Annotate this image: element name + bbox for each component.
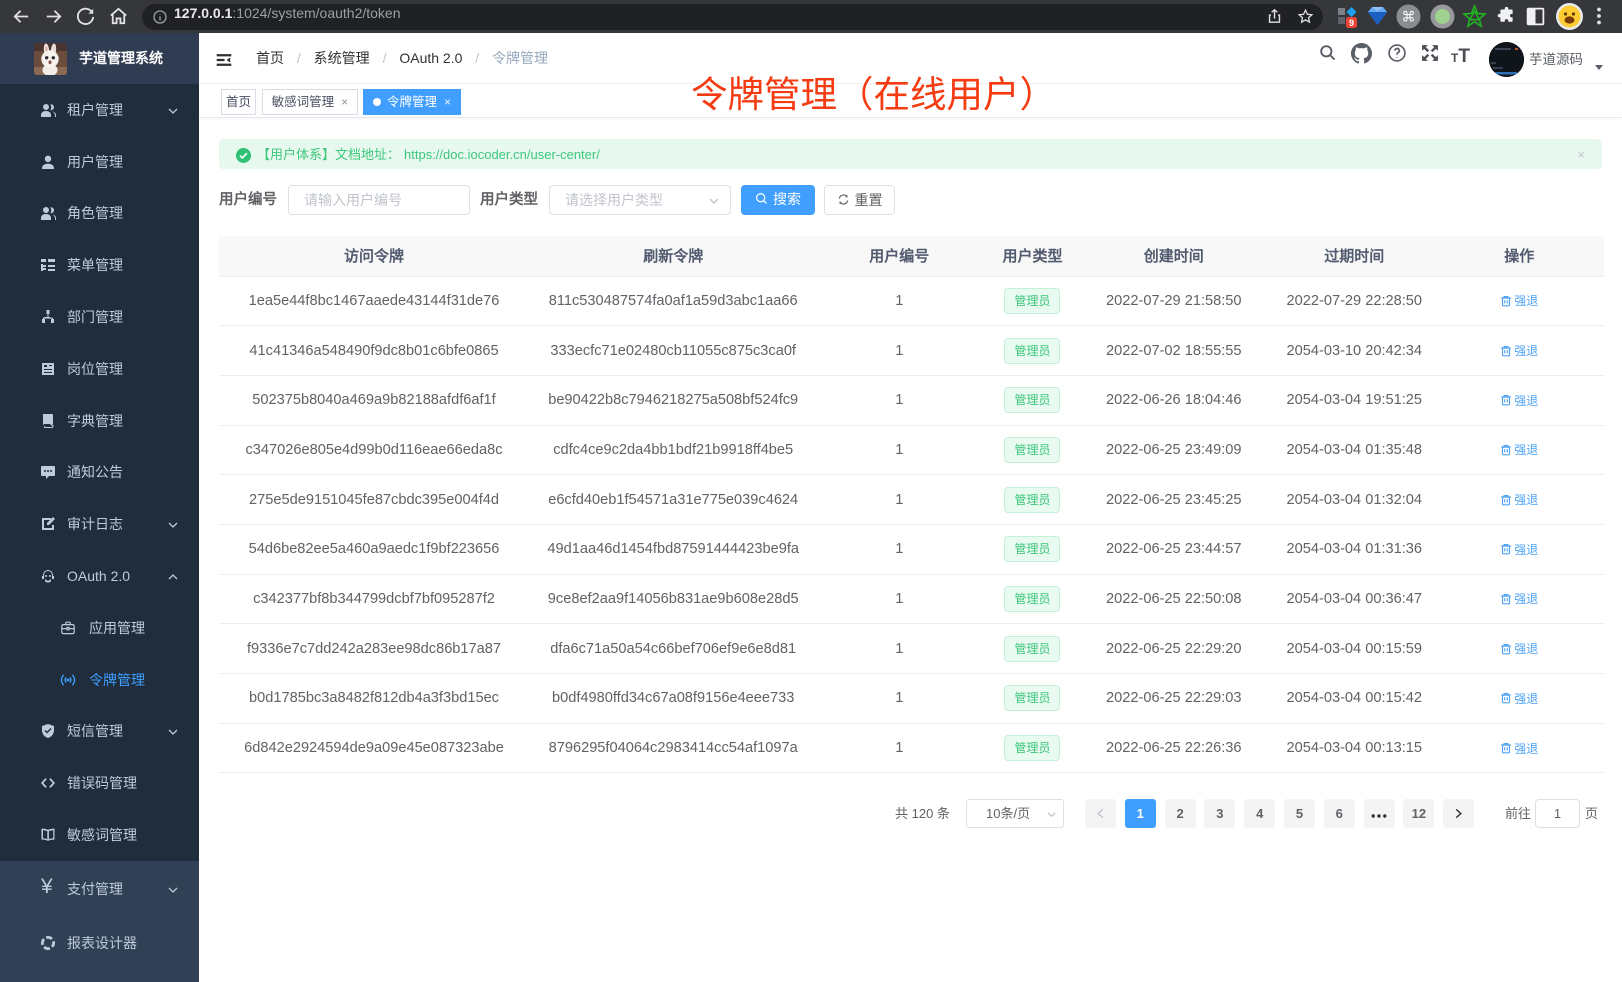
svg-text:9: 9 [1349,18,1354,28]
svg-text:⌘: ⌘ [1402,9,1416,25]
